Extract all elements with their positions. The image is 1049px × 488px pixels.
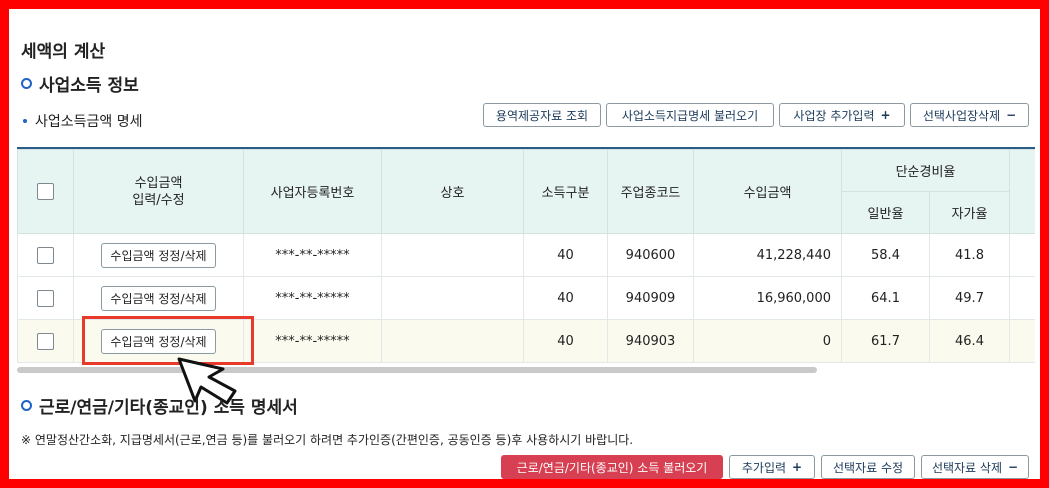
delete-business-label: 선택사업장삭제 — [922, 108, 1001, 123]
horizontal-scrollbar[interactable] — [17, 367, 817, 373]
row-select-cell — [17, 276, 74, 320]
row-checkbox[interactable] — [37, 332, 54, 350]
service-data-lookup-button[interactable]: 용역제공자료 조회 — [483, 103, 601, 127]
row-edit-cell: 수입금액 정정/삭제 — [73, 276, 244, 320]
header-select-cell — [17, 149, 74, 234]
header-self-rate: 자가율 — [929, 191, 1010, 234]
header-trade-name: 상호 — [381, 149, 524, 234]
extra-cell — [1009, 319, 1035, 363]
header-extra — [1009, 149, 1035, 234]
industry-code-cell: 940903 — [607, 319, 694, 363]
circle-bullet-icon — [21, 78, 32, 89]
reg-no-cell: ***-**-***** — [243, 233, 382, 277]
amount-cell: 0 — [693, 319, 842, 363]
amount-cell: 16,960,000 — [693, 276, 842, 320]
section-title-text: 사업소득 정보 — [39, 76, 139, 96]
row-checkbox[interactable] — [37, 246, 54, 264]
section-business-income-title: 사업소득 정보 — [21, 71, 139, 96]
table-row: 수입금액 정정/삭제 ***-**-***** 40 940909 16,960… — [17, 276, 1035, 320]
load-income-button[interactable]: 근로/연금/기타(종교인) 소득 불러오기 — [501, 455, 723, 479]
delete-selected-button[interactable]: 선택자료 삭제 − — [921, 455, 1029, 479]
trade-name-cell — [381, 276, 524, 320]
self-rate-cell: 49.7 — [929, 276, 1010, 320]
load-statement-button[interactable]: 사업소득지급명세 불러오기 — [606, 103, 774, 127]
income-type-cell: 40 — [523, 233, 608, 277]
table-row: 수입금액 정정/삭제 ***-**-***** 40 940600 41,228… — [17, 233, 1035, 277]
subsection-title-text: 사업소득금액 명세 — [35, 114, 143, 130]
general-rate-cell: 58.4 — [841, 233, 930, 277]
extra-cell — [1009, 233, 1035, 277]
extra-cell — [1009, 276, 1035, 320]
header-income-edit: 수입금액 입력/수정 — [73, 149, 244, 234]
page-title: 세액의 계산 — [21, 42, 106, 62]
income-type-cell: 40 — [523, 319, 608, 363]
delete-business-button[interactable]: 선택사업장삭제 − — [910, 103, 1029, 127]
minus-icon: − — [1006, 108, 1017, 122]
auth-notice: ※ 연말정산간소화, 지급명세서(근로,연금 등)를 불러오기 하려면 추가인증… — [21, 433, 634, 447]
circle-bullet-icon — [21, 400, 32, 411]
screen-frame: 세액의 계산 사업소득 정보 사업소득금액 명세 용역제공자료 조회 사업소득지… — [0, 0, 1049, 488]
section-income-statement-title: 근로/연금/기타(종교인) 소득 명세서 — [21, 393, 298, 418]
general-rate-cell: 61.7 — [841, 319, 930, 363]
reg-no-cell: ***-**-***** — [243, 276, 382, 320]
income-edit-delete-button[interactable]: 수입금액 정정/삭제 — [101, 242, 216, 268]
row-edit-cell: 수입금액 정정/삭제 — [73, 233, 244, 277]
edit-selected-label: 선택자료 수정 — [832, 460, 904, 475]
header-income-amount: 수입금액 — [693, 149, 842, 234]
industry-code-cell: 940600 — [607, 233, 694, 277]
subsection-title: 사업소득금액 명세 — [23, 111, 143, 131]
income-edit-delete-button[interactable]: 수입금액 정정/삭제 — [101, 285, 216, 311]
row-select-cell — [17, 233, 74, 277]
row-checkbox[interactable] — [37, 289, 54, 307]
service-data-lookup-label: 용역제공자료 조회 — [495, 108, 589, 123]
delete-selected-label: 선택자료 삭제 — [931, 460, 1002, 475]
plus-icon: + — [792, 460, 803, 474]
dot-bullet-icon — [23, 119, 27, 123]
header-general-rate: 일반율 — [841, 191, 930, 234]
load-income-label: 근로/연금/기타(종교인) 소득 불러오기 — [516, 460, 708, 475]
add-business-button[interactable]: 사업장 추가입력 + — [779, 103, 905, 127]
select-all-checkbox[interactable] — [37, 183, 54, 200]
self-rate-cell: 41.8 — [929, 233, 1010, 277]
header-income-type: 소득구분 — [523, 149, 608, 234]
add-business-label: 사업장 추가입력 — [793, 108, 875, 123]
self-rate-cell: 46.4 — [929, 319, 1010, 363]
add-input-button[interactable]: 추가입력 + — [729, 455, 815, 479]
amount-cell: 41,228,440 — [693, 233, 842, 277]
industry-code-cell: 940909 — [607, 276, 694, 320]
add-input-label: 추가입력 — [741, 460, 787, 475]
trade-name-cell — [381, 319, 524, 363]
header-simple-rate: 단순경비율 — [841, 149, 1010, 192]
reg-no-cell: ***-**-***** — [243, 319, 382, 363]
income-type-cell: 40 — [523, 276, 608, 320]
load-statement-label: 사업소득지급명세 불러오기 — [621, 108, 759, 123]
header-industry-code: 주업종코드 — [607, 149, 694, 234]
trade-name-cell — [381, 233, 524, 277]
header-reg-no: 사업자등록번호 — [243, 149, 382, 234]
section-title-text: 근로/연금/기타(종교인) 소득 명세서 — [39, 398, 298, 418]
edit-selected-button[interactable]: 선택자료 수정 — [821, 455, 915, 479]
minus-icon: − — [1008, 460, 1019, 474]
general-rate-cell: 64.1 — [841, 276, 930, 320]
row-select-cell — [17, 319, 74, 363]
plus-icon: + — [880, 108, 891, 122]
